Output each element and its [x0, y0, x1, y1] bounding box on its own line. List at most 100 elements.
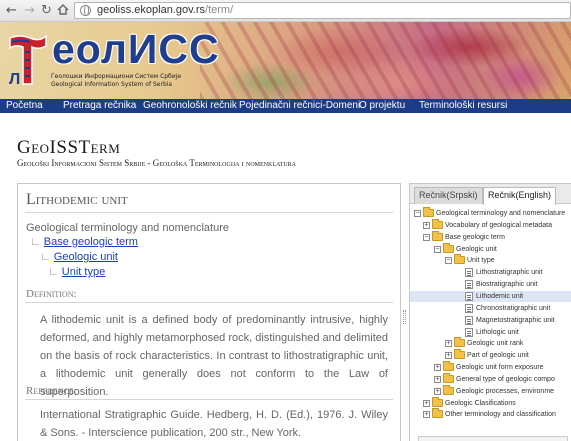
reload-icon[interactable]: ↻: [41, 3, 52, 18]
expand-icon[interactable]: +: [434, 375, 441, 383]
tree-node[interactable]: − Geological terminology and nomenclature: [410, 207, 571, 219]
tree-node-label: Base geologic term: [445, 233, 505, 241]
tree-node-label: Chronostratigraphic unit: [476, 304, 551, 312]
folder-icon: [423, 207, 434, 217]
page-title: GeoISSTerm: [17, 137, 121, 158]
expand-icon[interactable]: +: [445, 340, 452, 348]
logo-subtitle-english: Geological Information System of Serbia: [51, 81, 173, 88]
tree-scroll-footer: [418, 436, 568, 441]
breadcrumb-link-unit-type[interactable]: ∟ Unit type: [48, 266, 105, 278]
document-icon: [465, 303, 473, 313]
site-logo[interactable]: Л еолИСС Геолошки Информациони Систем Ср…: [8, 26, 219, 94]
logo-subtitle-cyrillic: Геолошки Информациони Систем Србије: [51, 73, 182, 80]
tree-node-label: Lithostratigraphic unit: [476, 269, 543, 277]
tree-node[interactable]: + General type of geologic compo: [410, 372, 571, 385]
folder-icon: [432, 230, 443, 241]
menu-item-terminoloski-resursi[interactable]: Terminološki resursi: [419, 100, 507, 112]
tree-node[interactable]: + Other terminology and classification: [410, 408, 571, 420]
map-glyph: Л: [9, 71, 20, 88]
site-banner: Л еолИСС Геолошки Информациони Систем Ср…: [0, 22, 571, 99]
tree-node[interactable]: − Unit type: [410, 254, 571, 266]
tree-node-label: Biostratigraphic unit: [476, 281, 538, 289]
tree-node-label: General type of geologic compo: [456, 375, 555, 383]
panel-splitter-handle[interactable]: [403, 310, 406, 324]
tab-recnik-english[interactable]: Rečnik(English): [483, 187, 557, 205]
tree-node[interactable]: + Geologic unit rank: [410, 337, 571, 349]
tab-recnik-srpski[interactable]: Rečnik(Srpski): [414, 187, 483, 204]
tree-node-label: Unit type: [467, 257, 495, 265]
breadcrumb-link-geologic-unit[interactable]: ∟ Geologic unit: [40, 251, 118, 263]
tree-node-label: Part of geologic unit: [467, 352, 529, 360]
tree-node-label: Lithodemic unit: [476, 292, 524, 300]
expand-icon[interactable]: +: [423, 411, 430, 419]
back-arrow-icon[interactable]: ←: [6, 3, 17, 18]
folder-icon: [443, 372, 454, 383]
address-bar[interactable]: geoliss.ekoplan.gov.rs/term/: [74, 2, 571, 19]
forward-arrow-icon[interactable]: →: [24, 3, 35, 18]
globe-icon: [80, 5, 91, 16]
expand-icon[interactable]: +: [434, 364, 441, 372]
folder-icon: [443, 361, 454, 372]
menu-item-pretraga-recnika[interactable]: Pretraga rečnika: [63, 100, 136, 112]
menu-item-pocetna[interactable]: Početna: [6, 100, 43, 112]
tree-node[interactable]: + Geologic Clasifications: [410, 396, 571, 409]
tree-node-label: Geological terminology and nomenclature: [436, 210, 566, 217]
home-icon[interactable]: [57, 4, 69, 19]
tree-node-label: Geologic processes, environme: [456, 387, 555, 395]
folder-icon: [432, 218, 443, 229]
tree-node-label: Vocabulary of geological metadata: [445, 221, 553, 229]
tree-node-label: Geologic unit form exposure: [456, 364, 544, 372]
tree-node-label: Lithologic unit: [476, 328, 519, 336]
reference-text: International Stratigraphic Guide. Hedbe…: [40, 409, 388, 439]
menu-item-o-projektu[interactable]: O projektu: [359, 100, 405, 112]
folder-icon: [443, 242, 454, 253]
menu-item-geohronoloski-recnik[interactable]: Geohronološki rečnik: [143, 100, 237, 112]
tree-node[interactable]: + Geologic unit form exposure: [410, 361, 571, 373]
dictionary-tree-panel: Rečnik(Srpski) Rečnik(English) − Geologic…: [409, 183, 571, 441]
document-icon: [465, 291, 473, 301]
tree-node[interactable]: + Part of geologic unit: [410, 349, 571, 361]
tree-node[interactable]: Lithostratigraphic unit: [410, 267, 571, 278]
reference-divider: [25, 399, 393, 400]
folder-icon: [454, 337, 465, 348]
tree-node[interactable]: Magnetostratigraphic unit: [410, 315, 571, 326]
document-icon: [465, 327, 473, 337]
tree-connector-icon: ∟: [40, 251, 51, 263]
expand-icon[interactable]: +: [434, 387, 441, 395]
main-menu: Početna Pretraga rečnika Geohronološki r…: [0, 99, 571, 113]
expand-icon[interactable]: +: [423, 221, 430, 229]
dictionary-tabs: Rečnik(Srpski) Rečnik(English): [410, 184, 571, 205]
expand-icon[interactable]: +: [423, 399, 430, 407]
collapse-icon[interactable]: −: [445, 257, 452, 265]
tree-node-label: Geologic Clasifications: [445, 399, 516, 407]
document-icon: [465, 268, 473, 278]
url-text: geoliss.ekoplan.gov.rs/term/: [97, 4, 234, 16]
expand-icon[interactable]: +: [445, 352, 452, 360]
tree-node[interactable]: − Geologic unit: [410, 242, 571, 255]
tree-node-label: Geologic unit: [456, 245, 497, 253]
tree-node[interactable]: Chronostratigraphic unit: [410, 303, 571, 314]
collapse-icon[interactable]: −: [434, 245, 441, 253]
tree-node[interactable]: − Base geologic term: [410, 230, 571, 243]
browser-toolbar: ← → ↻ geoliss.ekoplan.gov.rs/term/: [0, 0, 571, 22]
tree-node[interactable]: Biostratigraphic unit: [410, 279, 571, 290]
folder-icon: [454, 254, 465, 265]
document-icon: [465, 315, 473, 325]
definition-text: A lithodemic unit is a defined body of p…: [40, 314, 388, 398]
definition-label: Definition:: [26, 288, 77, 300]
collapse-icon[interactable]: −: [414, 210, 421, 217]
tree-node[interactable]: Lithologic unit: [410, 327, 571, 338]
menu-item-pojedinacni-recnici[interactable]: Pojedinačni rečnici-Domeni: [239, 100, 360, 112]
breadcrumb-link-base-geologic-term[interactable]: ∟ Base geologic term: [30, 236, 138, 248]
collapse-icon[interactable]: −: [423, 233, 430, 241]
folder-icon: [432, 408, 443, 419]
page-subtitle: Geološki Informacioni Sistem Srbije - Ge…: [17, 158, 296, 168]
title-divider: [25, 212, 393, 213]
tree-connector-icon: ∟: [30, 236, 41, 248]
tree-node[interactable]: Lithodemic unit: [410, 290, 571, 302]
tree-node[interactable]: + Geologic processes, environme: [410, 384, 571, 397]
tree-node[interactable]: + Vocabulary of geological metadata: [410, 218, 571, 231]
folder-icon: [432, 396, 443, 407]
logo-text: еолИСС: [52, 26, 220, 72]
logo-t-emblem-icon: Л: [9, 34, 47, 88]
